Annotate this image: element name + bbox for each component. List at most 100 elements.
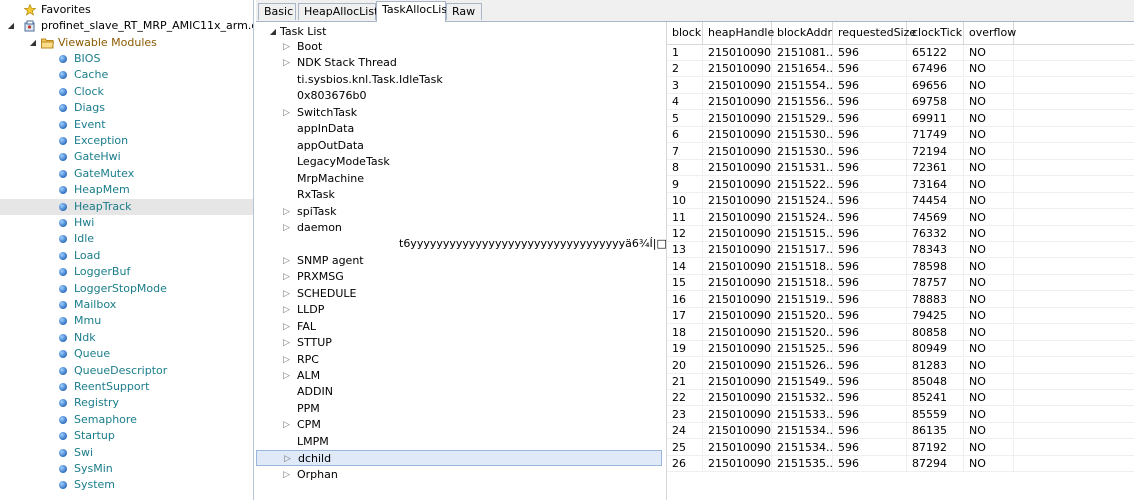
collapse-arrow-icon[interactable]: ◢ — [28, 35, 38, 51]
module-item[interactable]: SysMin — [0, 461, 253, 477]
module-item[interactable]: Cache — [0, 67, 253, 83]
module-item[interactable]: Load — [0, 248, 253, 264]
module-item[interactable]: Swi — [0, 445, 253, 461]
task-item[interactable]: ▷ spiTask — [256, 204, 662, 220]
module-item[interactable]: Queue — [0, 346, 253, 362]
module-item[interactable]: Registry — [0, 395, 253, 411]
table-row[interactable]: 9 2150100900 2151522... 596 73164 NO — [667, 176, 1134, 193]
table-row[interactable]: 14 2150100900 2151518... 596 78598 NO — [667, 258, 1134, 275]
module-item[interactable]: Startup — [0, 428, 253, 444]
table-row[interactable]: 11 2150100900 2151524... 596 74569 NO — [667, 209, 1134, 226]
module-item[interactable]: Mmu — [0, 313, 253, 329]
module-item[interactable]: GateHwi — [0, 149, 253, 165]
task-item[interactable]: 0x803676b0 — [256, 88, 662, 104]
task-item[interactable]: LMPM — [256, 434, 662, 450]
expand-arrow-icon[interactable]: ▷ — [283, 220, 290, 236]
expand-arrow-icon[interactable]: ▷ — [283, 204, 290, 220]
table-row[interactable]: 24 2150100900 2151534... 596 86135 NO — [667, 423, 1134, 440]
module-item[interactable]: System — [0, 477, 253, 493]
task-item[interactable]: ADDIN — [256, 384, 662, 400]
module-item[interactable]: GateMutex — [0, 166, 253, 182]
table-row[interactable]: 2 2150100900 2151654... 596 67496 NO — [667, 61, 1134, 78]
expand-arrow-icon[interactable]: ▷ — [283, 417, 290, 433]
expand-arrow-icon[interactable]: ▷ — [283, 302, 290, 318]
task-item[interactable]: ▷ dchild — [256, 450, 662, 467]
expand-arrow-icon[interactable]: ▷ — [283, 39, 290, 55]
table-row[interactable]: 1 2150100900 2151081... 596 65122 NO — [667, 45, 1134, 61]
task-item[interactable]: ▷ SwitchTask — [256, 105, 662, 121]
task-item[interactable]: ▷ SNMP agent — [256, 253, 662, 269]
task-item[interactable]: appInData — [256, 121, 662, 137]
task-item[interactable]: MrpMachine — [256, 171, 662, 187]
project-row[interactable]: ◢ profinet_slave_RT_MRP_AMIC11x_arm.out — [0, 18, 253, 34]
favorites-row[interactable]: Favorites — [0, 2, 253, 18]
collapse-arrow-icon[interactable]: ◢ — [268, 24, 278, 40]
table-row[interactable]: 18 2150100900 2151520... 596 80858 NO — [667, 324, 1134, 341]
task-item[interactable]: ▷ NDK Stack Thread — [256, 55, 662, 71]
table-row[interactable]: 20 2150100900 2151526... 596 81283 NO — [667, 357, 1134, 374]
table-row[interactable]: 12 2150100900 2151515... 596 76332 NO — [667, 225, 1134, 242]
tab-basic[interactable]: Basic — [258, 3, 296, 20]
task-item[interactable]: appOutData — [256, 138, 662, 154]
task-item[interactable]: ▷ CPM — [256, 417, 662, 433]
column-header-heaphandle[interactable]: heapHandle — [703, 22, 774, 44]
task-item[interactable]: PPM — [256, 401, 662, 417]
viewable-modules-row[interactable]: ◢ Viewable Modules — [0, 35, 253, 51]
task-item[interactable]: ▷ Boot — [256, 39, 662, 55]
tab-taskalloclist[interactable]: TaskAllocList — [376, 1, 451, 22]
table-row[interactable]: 6 2150100900 2151530... 596 71749 NO — [667, 127, 1134, 144]
expand-arrow-icon[interactable]: ▷ — [283, 55, 290, 71]
task-item[interactable]: RxTask — [256, 187, 662, 203]
module-item[interactable]: Idle — [0, 231, 253, 247]
table-row[interactable]: 16 2150100900 2151519... 596 78883 NO — [667, 291, 1134, 308]
module-item[interactable]: Semaphore — [0, 412, 253, 428]
task-item[interactable]: ▷ daemon — [256, 220, 662, 236]
column-header-clocktick[interactable]: clockTick — [907, 22, 964, 44]
module-item[interactable]: ReentSupport — [0, 379, 253, 395]
table-row[interactable]: 22 2150100900 2151532... 596 85241 NO — [667, 390, 1134, 407]
table-row[interactable]: 5 2150100900 2151529... 596 69911 NO — [667, 110, 1134, 127]
module-item[interactable]: BIOS — [0, 51, 253, 67]
column-header-blockaddr[interactable]: blockAddr — [772, 22, 833, 44]
table-row[interactable]: 7 2150100900 2151530... 596 72194 NO — [667, 143, 1134, 160]
expand-arrow-icon[interactable]: ▷ — [283, 352, 290, 368]
task-item[interactable]: ▷ PRXMSG — [256, 269, 662, 285]
module-item[interactable]: LoggerBuf — [0, 264, 253, 280]
expand-arrow-icon[interactable]: ▷ — [283, 335, 290, 351]
table-row[interactable]: 17 2150100900 2151520... 596 79425 NO — [667, 308, 1134, 325]
module-item[interactable]: HeapMem — [0, 182, 253, 198]
table-row[interactable]: 15 2150100900 2151518... 596 78757 NO — [667, 275, 1134, 292]
task-item[interactable]: ▷ STTUP — [256, 335, 662, 351]
task-item[interactable]: ti.sysbios.knl.Task.IdleTask — [256, 72, 662, 88]
table-row[interactable]: 25 2150100900 2151534... 596 87192 NO — [667, 439, 1134, 456]
task-item[interactable]: t6yyyyyyyyyyyyyyyyyyyyyyyyyyyyyyyyyä6¾Í|… — [256, 236, 666, 252]
column-header-block[interactable]: block — [667, 22, 703, 44]
table-row[interactable]: 13 2150100900 2151517... 596 78343 NO — [667, 242, 1134, 259]
table-row[interactable]: 10 2150100900 2151524... 596 74454 NO — [667, 193, 1134, 210]
module-item[interactable]: Diags — [0, 100, 253, 116]
task-item[interactable]: ▷ Orphan — [256, 467, 662, 483]
column-header-requestedsize[interactable]: requestedSize — [833, 22, 916, 44]
table-row[interactable]: 26 2150100900 2151535... 596 87294 NO — [667, 456, 1134, 473]
expand-arrow-icon[interactable]: ▷ — [283, 286, 290, 302]
tab-raw[interactable]: Raw — [446, 3, 482, 20]
table-row[interactable]: 3 2150100900 2151554... 596 69656 NO — [667, 77, 1134, 94]
task-item[interactable]: ▷ SCHEDULE — [256, 286, 662, 302]
expand-arrow-icon[interactable]: ▷ — [283, 467, 290, 483]
task-item[interactable]: ▷ ALM — [256, 368, 662, 384]
module-item[interactable]: HeapTrack — [0, 198, 253, 215]
expand-arrow-icon[interactable]: ▷ — [283, 269, 290, 285]
expand-arrow-icon[interactable]: ▷ — [283, 105, 290, 121]
module-item[interactable]: Hwi — [0, 215, 253, 231]
task-item[interactable]: ▷ RPC — [256, 352, 662, 368]
tab-heapalloclist[interactable]: HeapAllocList — [298, 3, 378, 20]
expand-arrow-icon[interactable]: ▷ — [283, 319, 290, 335]
module-item[interactable]: QueueDescriptor — [0, 363, 253, 379]
module-item[interactable]: Ndk — [0, 330, 253, 346]
table-row[interactable]: 19 2150100900 2151525... 596 80949 NO — [667, 341, 1134, 358]
table-row[interactable]: 21 2150100900 2151549... 596 85048 NO — [667, 374, 1134, 390]
collapse-arrow-icon[interactable]: ◢ — [6, 18, 16, 34]
column-header-overflow[interactable]: overflow — [964, 22, 1016, 44]
task-item[interactable]: ▷ LLDP — [256, 302, 662, 318]
table-row[interactable]: 23 2150100900 2151533... 596 85559 NO — [667, 406, 1134, 423]
